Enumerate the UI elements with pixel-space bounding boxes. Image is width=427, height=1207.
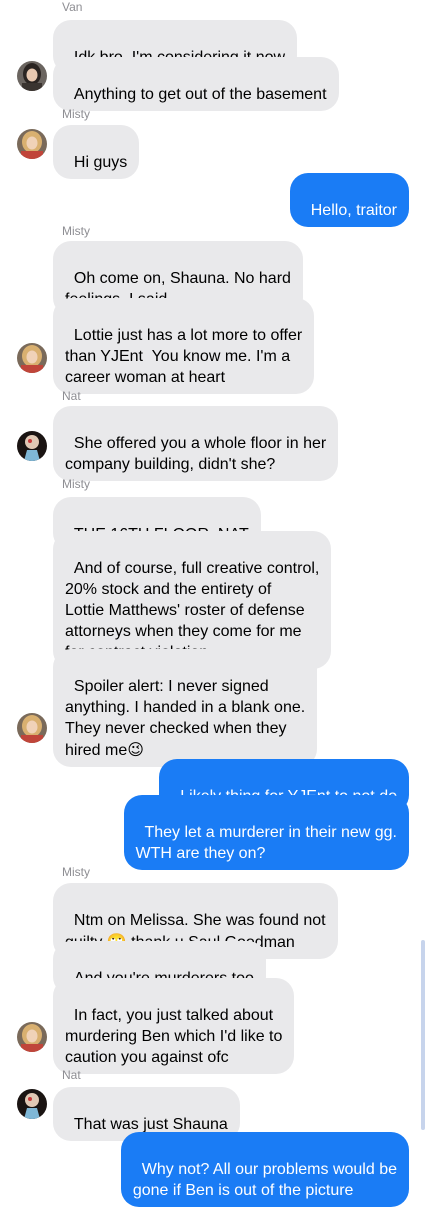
message-text: And of course, full creative control, 20… [65,560,320,661]
avatar-blonde-icon [17,1022,47,1052]
avatar-nat[interactable] [17,431,47,461]
message-bubble-incoming[interactable]: Spoiler alert: I never signed anything. … [53,649,318,767]
message-bubble-incoming[interactable]: Hi guys [53,125,140,179]
scrollbar[interactable] [421,940,425,1130]
avatar-blonde-icon [17,713,47,743]
message-bubble-incoming[interactable]: Anything to get out of the basement [53,57,339,111]
avatar-nat-icon [17,431,47,461]
sender-name-misty: Misty [62,865,90,879]
avatar-misty[interactable] [17,129,47,159]
avatar-dark-hair-icon [17,61,47,91]
avatar-misty[interactable] [17,713,47,743]
message-text: Hi guys [73,154,128,171]
message-text: Spoiler alert: I never signed anything. … [65,678,306,759]
message-text: In fact, you just talked about murdering… [65,1007,283,1066]
message-bubble-incoming[interactable]: In fact, you just talked about murdering… [53,978,295,1074]
avatar-misty[interactable] [17,1022,47,1052]
wink-emoji-icon: 😉 [127,740,144,759]
avatar-blonde-icon [17,129,47,159]
message-text: Anything to get out of the basement [73,86,327,103]
message-text: She offered you a whole floor in her com… [65,435,327,473]
sender-name-misty: Misty [62,477,90,491]
message-bubble-outgoing[interactable]: They let a murderer in their new gg. WTH… [123,795,409,870]
message-text: They let a murderer in their new gg. WTH… [135,824,397,862]
avatar-blonde-icon [17,343,47,373]
avatar-misty[interactable] [17,343,47,373]
sender-name-van: Van [62,0,83,14]
message-bubble-incoming[interactable]: She offered you a whole floor in her com… [53,406,339,481]
message-bubble-outgoing[interactable]: Why not? All our problems would be gone … [120,1132,409,1207]
sender-name-misty: Misty [62,107,90,121]
message-bubble-outgoing[interactable]: Hello, traitor [289,173,409,227]
sender-name-nat: Nat [62,1068,81,1082]
message-text: That was just Shauna [73,1116,228,1133]
message-text: Lottie just has a lot more to offer than… [65,327,303,386]
message-text: Why not? All our problems would be gone … [132,1161,397,1199]
avatar-nat-icon [17,1089,47,1119]
message-bubble-incoming[interactable]: Lottie just has a lot more to offer than… [53,298,315,394]
sender-name-nat: Nat [62,389,81,403]
sender-name-misty: Misty [62,224,90,238]
message-text: Hello, traitor [310,202,397,219]
avatar-nat[interactable] [17,1089,47,1119]
avatar-van[interactable] [17,61,47,91]
